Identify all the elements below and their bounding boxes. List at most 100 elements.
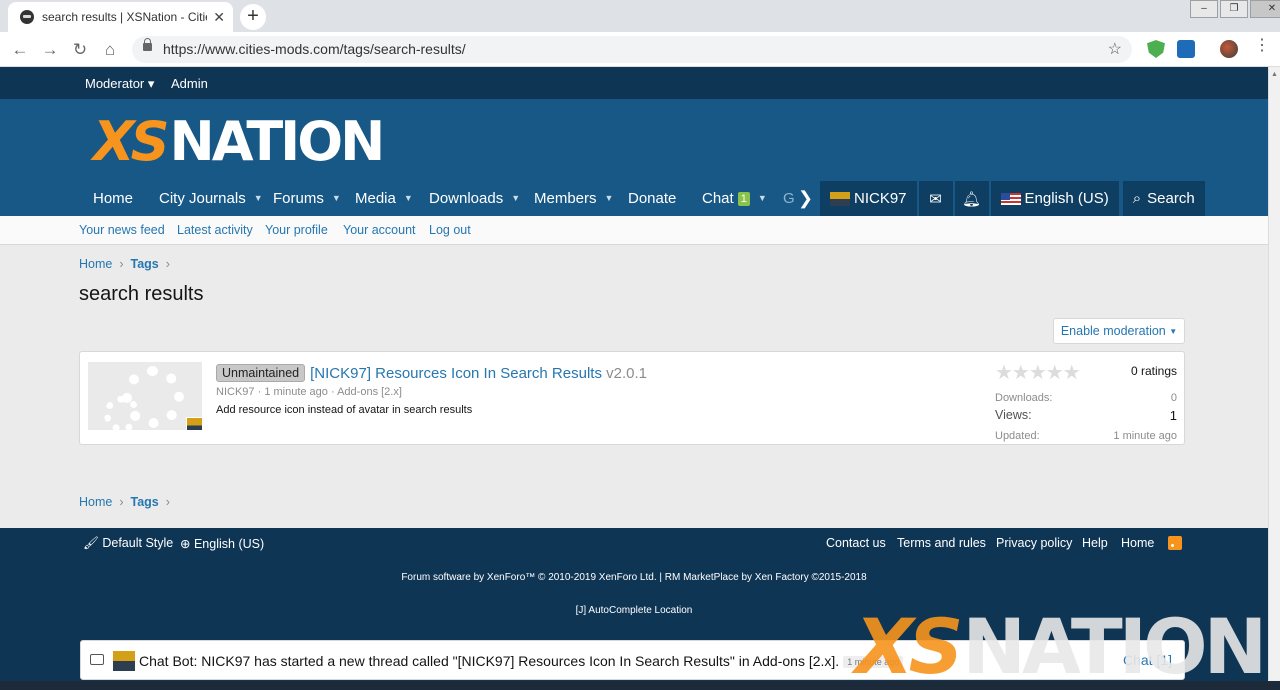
site-favicon-icon [20,10,34,24]
downloads-row: Downloads: 0 [995,392,1177,404]
logo-xs: XS [93,110,170,173]
window-close-icon[interactable]: ✕ [1250,0,1280,18]
breadcrumb-home[interactable]: Home [79,257,112,271]
shield-extension-icon[interactable] [1147,40,1165,58]
page-scrollbar[interactable]: ▲ [1268,67,1280,680]
updated-row: Updated: 1 minute ago [995,430,1177,442]
latest-activity-link[interactable]: Latest activity [177,223,253,237]
your-account-link[interactable]: Your account [343,223,416,237]
search-icon: ⌕ [1132,190,1142,207]
terms-link[interactable]: Terms and rules [897,536,986,550]
chevron-down-icon: ▼ [1169,327,1178,336]
reload-icon[interactable]: ↻ [68,38,92,62]
help-link[interactable]: Help [1082,536,1108,550]
nav-forums[interactable]: Forums ▼ [273,190,341,207]
moderator-menu-link[interactable]: Moderator ▾ [85,76,154,92]
nav-members[interactable]: Members ▼ [534,190,613,207]
breadcrumb-home[interactable]: Home [79,495,112,509]
url-field[interactable]: https://www.cities-mods.com/tags/search-… [132,36,1132,63]
maximize-icon[interactable]: ❐ [1220,0,1248,18]
site-header: XS NATION [0,99,1268,184]
browser-tab[interactable]: search results | XSNation - Cities ✕ [8,2,233,32]
breadcrumb-bottom: Home › Tags › [79,495,177,509]
breadcrumb-tags[interactable]: Tags [131,257,159,271]
rss-icon[interactable] [1168,536,1182,550]
contact-us-link[interactable]: Contact us [826,536,886,550]
news-feed-link[interactable]: Your news feed [79,223,165,237]
updated-label: Updated: [995,430,1040,442]
downloads-value: 0 [1170,392,1177,404]
admin-link[interactable]: Admin [171,76,208,91]
os-taskbar [0,681,1280,690]
watermark-nation: NATION [962,602,1267,690]
url-text: https://www.cities-mods.com/tags/search-… [163,41,466,57]
extension-icon[interactable] [1177,40,1195,58]
privacy-link[interactable]: Privacy policy [996,536,1072,550]
chevron-down-icon[interactable]: ▼ [758,193,767,203]
language-button[interactable]: English (US) [990,181,1119,216]
nav-city-journals-label: City Journals [159,190,246,207]
user-avatar [830,191,850,206]
site-logo[interactable]: XS NATION [93,110,385,173]
enable-moderation-label: Enable moderation [1060,324,1166,338]
site-page: Moderator ▾ Admin XS NATION Home City Jo… [0,67,1280,690]
style-chooser-link[interactable]: 🖌︎ Default Style [83,536,173,551]
views-value: 1 [1169,408,1177,423]
bookmark-star-icon[interactable]: ☆ [1108,39,1122,59]
chevron-down-icon[interactable]: ▼ [332,193,341,203]
ratings-count: 0 ratings [1130,364,1177,378]
conversations-button[interactable]: ✉ [918,181,953,216]
brush-icon: 🖌︎ [83,536,99,550]
nav-home[interactable]: Home [93,190,133,207]
author-avatar[interactable] [186,417,202,430]
chat-count-badge: 1 [737,192,750,206]
breadcrumb: Home › Tags › [79,257,177,271]
enable-moderation-button[interactable]: Enable moderation ▼ [1053,318,1185,344]
style-label: Default Style [102,536,174,550]
nav-overflow-item[interactable]: G [783,190,795,207]
chat-bot-avatar [113,651,135,671]
nav-city-journals[interactable]: City Journals ▼ [159,190,263,207]
scroll-up-icon[interactable]: ▲ [1271,71,1278,78]
nav-chat[interactable]: Chat 1 ▼ [702,190,767,207]
downloads-label: Downloads: [995,392,1053,404]
unmaintained-label[interactable]: Unmaintained [216,364,306,382]
new-tab-button[interactable]: + [240,4,266,30]
nav-donate[interactable]: Donate [628,190,676,207]
nav-members-label: Members [534,190,597,207]
result-author[interactable]: NICK97 [216,386,255,398]
chevron-right-icon: › [165,257,170,271]
chevron-down-icon[interactable]: ▼ [404,193,413,203]
back-arrow-icon[interactable]: ← [8,38,32,62]
tab-close-icon[interactable]: ✕ [213,9,225,26]
search-label: Search [1147,190,1195,207]
your-profile-link[interactable]: Your profile [265,223,328,237]
resource-thumbnail[interactable] [88,362,202,430]
user-account-button[interactable]: NICK97 [820,181,917,216]
nav-downloads[interactable]: Downloads ▼ [429,190,520,207]
chevron-down-icon[interactable]: ▼ [254,193,263,203]
search-button[interactable]: ⌕ Search [1122,181,1205,216]
account-nav: NICK97 ✉ 🔔︎ English (US) ⌕ Search [820,181,1207,216]
result-version: v2.0.1 [606,365,647,382]
home-icon[interactable]: ⌂ [98,38,122,62]
profile-avatar-icon[interactable] [1220,40,1238,58]
alerts-button[interactable]: 🔔︎ [954,181,989,216]
nav-scroll-right-icon[interactable]: ❯ [798,188,813,209]
result-title-link[interactable]: [NICK97] Resources Icon In Search Result… [310,365,602,382]
footer-home-link[interactable]: Home [1121,536,1154,550]
forward-arrow-icon[interactable]: → [38,38,62,62]
nav-media[interactable]: Media ▼ [355,190,413,207]
language-chooser-link[interactable]: ⊕ English (US) [180,536,264,551]
result-category[interactable]: Add-ons [2.x] [337,386,402,398]
chevron-down-icon[interactable]: ▼ [605,193,614,203]
breadcrumb-tags[interactable]: Tags [131,495,159,509]
chevron-down-icon[interactable]: ▼ [511,193,520,203]
result-meta: NICK97 · 1 minute ago · Add-ons [2.x] [216,386,402,398]
browser-menu-icon[interactable]: ⋮ [1254,38,1270,57]
log-out-link[interactable]: Log out [429,223,471,237]
rating-stars: ★★★★★ [995,362,1081,384]
minimize-icon[interactable]: – [1190,0,1218,18]
result-time: 1 minute ago [264,386,328,398]
browser-tab-strip: search results | XSNation - Cities ✕ + –… [0,0,1280,32]
